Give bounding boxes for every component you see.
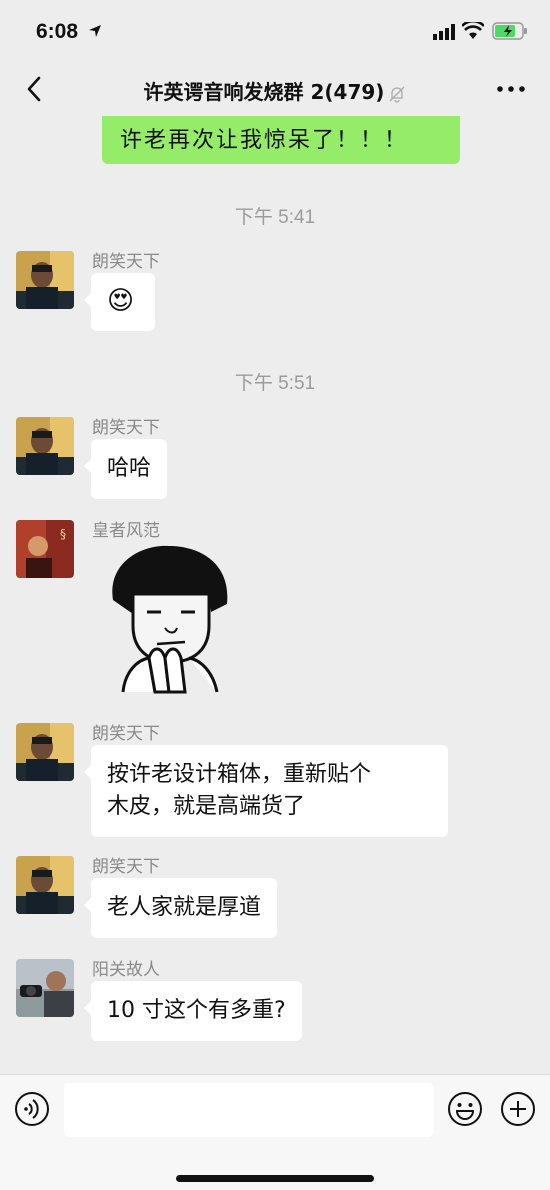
message-bubble[interactable]: 😍 [84,273,155,331]
avatar[interactable]: § [16,520,74,578]
sender-name: 阳关故人 [92,960,160,980]
emoji-button[interactable] [447,1091,483,1127]
message-bubble[interactable]: 老人家就是厚道 [83,878,278,938]
wifi-icon [462,22,484,39]
message-bubble[interactable]: 按许老设计箱体，重新贴个 木皮，就是高端货了 [84,745,448,837]
voice-input-button[interactable] [14,1091,50,1127]
svg-text:§: § [60,527,66,541]
avatar[interactable] [16,959,74,1017]
self-message-bubble[interactable]: 许老再次让我惊呆了！！！ [102,116,460,164]
sender-name: 皇者风范 [92,521,160,541]
chat-messages[interactable]: 许老再次让我惊呆了！！！ 下午 5:41 朗笑天下 😍 下午 5:51 朗笑天下… [0,116,550,1074]
message-line: 按许老设计箱体，重新贴个 [107,762,372,787]
sender-name: 朗笑天下 [92,724,160,744]
input-bar [0,1074,550,1190]
more-options-button[interactable] [494,74,528,104]
message-line: 木皮，就是高端货了 [107,794,306,819]
status-time: 6:08 [36,20,79,43]
avatar[interactable] [16,251,74,309]
message-bubble[interactable]: 10 寸这个有多重? [84,981,302,1041]
avatar[interactable] [16,723,74,781]
status-bar: 6:08 [0,0,550,62]
chat-header: 许英谔音响发烧群 2(479) [0,62,550,116]
battery-charging-icon [492,22,527,40]
mute-bell-icon [389,86,405,103]
message-bubble[interactable]: 哈哈 [83,439,168,499]
location-arrow-icon [89,25,101,37]
sender-name: 朗笑天下 [92,252,160,272]
timestamp: 下午 5:51 [234,373,316,394]
sender-name: 朗笑天下 [92,857,160,877]
more-functions-button[interactable] [500,1091,536,1127]
message-input[interactable] [64,1083,434,1137]
chat-title: 许英谔音响发烧群 2(479) [143,80,385,104]
timestamp: 下午 5:41 [234,207,316,228]
meme-sticker[interactable] [103,542,237,700]
sender-name: 朗笑天下 [92,418,160,438]
avatar[interactable] [16,856,74,914]
chat-title-wrap: 许英谔音响发烧群 2(479) [0,76,550,105]
avatar[interactable] [16,417,74,475]
home-indicator [176,1175,374,1182]
cellular-signal-icon [433,24,455,40]
